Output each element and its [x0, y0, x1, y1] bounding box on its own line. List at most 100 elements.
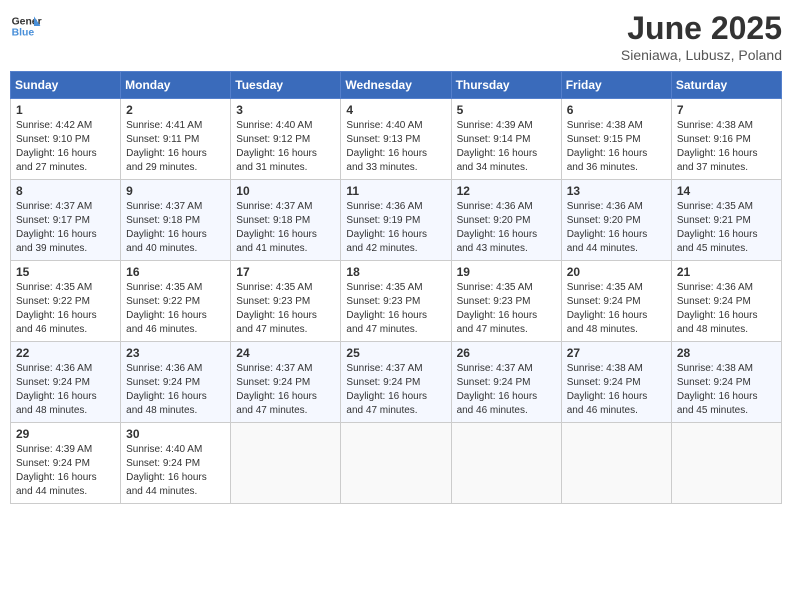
calendar-week-row: 15 Sunrise: 4:35 AM Sunset: 9:22 PM Dayl…	[11, 261, 782, 342]
header-wednesday: Wednesday	[341, 72, 451, 99]
table-row: 7 Sunrise: 4:38 AM Sunset: 9:16 PM Dayli…	[671, 99, 781, 180]
calendar-header-row: Sunday Monday Tuesday Wednesday Thursday…	[11, 72, 782, 99]
table-row: 15 Sunrise: 4:35 AM Sunset: 9:22 PM Dayl…	[11, 261, 121, 342]
daylight-text: Daylight: 16 hours and 43 minutes.	[457, 229, 538, 254]
day-number: 20	[567, 265, 666, 279]
daylight-text: Daylight: 16 hours and 45 minutes.	[677, 229, 758, 254]
day-number: 16	[126, 265, 225, 279]
sunset-text: Sunset: 9:14 PM	[457, 134, 531, 145]
calendar: Sunday Monday Tuesday Wednesday Thursday…	[10, 71, 782, 504]
daylight-text: Daylight: 16 hours and 47 minutes.	[346, 391, 427, 416]
daylight-text: Daylight: 16 hours and 41 minutes.	[236, 229, 317, 254]
sunrise-text: Sunrise: 4:35 AM	[457, 282, 533, 293]
table-row: 24 Sunrise: 4:37 AM Sunset: 9:24 PM Dayl…	[231, 342, 341, 423]
sunrise-text: Sunrise: 4:37 AM	[346, 363, 422, 374]
calendar-week-row: 22 Sunrise: 4:36 AM Sunset: 9:24 PM Dayl…	[11, 342, 782, 423]
day-number: 19	[457, 265, 556, 279]
table-row: 28 Sunrise: 4:38 AM Sunset: 9:24 PM Dayl…	[671, 342, 781, 423]
daylight-text: Daylight: 16 hours and 31 minutes.	[236, 148, 317, 173]
day-info: Sunrise: 4:38 AM Sunset: 9:15 PM Dayligh…	[567, 119, 666, 175]
sunrise-text: Sunrise: 4:37 AM	[126, 201, 202, 212]
table-row: 19 Sunrise: 4:35 AM Sunset: 9:23 PM Dayl…	[451, 261, 561, 342]
day-info: Sunrise: 4:35 AM Sunset: 9:23 PM Dayligh…	[457, 281, 556, 337]
table-row: 27 Sunrise: 4:38 AM Sunset: 9:24 PM Dayl…	[561, 342, 671, 423]
daylight-text: Daylight: 16 hours and 48 minutes.	[126, 391, 207, 416]
sunrise-text: Sunrise: 4:35 AM	[346, 282, 422, 293]
table-row: 26 Sunrise: 4:37 AM Sunset: 9:24 PM Dayl…	[451, 342, 561, 423]
day-info: Sunrise: 4:35 AM Sunset: 9:22 PM Dayligh…	[16, 281, 115, 337]
sunrise-text: Sunrise: 4:38 AM	[567, 363, 643, 374]
sunset-text: Sunset: 9:24 PM	[16, 458, 90, 469]
day-info: Sunrise: 4:42 AM Sunset: 9:10 PM Dayligh…	[16, 119, 115, 175]
day-number: 6	[567, 103, 666, 117]
sunset-text: Sunset: 9:23 PM	[236, 296, 310, 307]
table-row: 29 Sunrise: 4:39 AM Sunset: 9:24 PM Dayl…	[11, 423, 121, 504]
daylight-text: Daylight: 16 hours and 48 minutes.	[677, 310, 758, 335]
table-row: 4 Sunrise: 4:40 AM Sunset: 9:13 PM Dayli…	[341, 99, 451, 180]
daylight-text: Daylight: 16 hours and 45 minutes.	[677, 391, 758, 416]
calendar-week-row: 29 Sunrise: 4:39 AM Sunset: 9:24 PM Dayl…	[11, 423, 782, 504]
sunrise-text: Sunrise: 4:36 AM	[677, 282, 753, 293]
daylight-text: Daylight: 16 hours and 36 minutes.	[567, 148, 648, 173]
day-info: Sunrise: 4:35 AM Sunset: 9:21 PM Dayligh…	[677, 200, 776, 256]
header-sunday: Sunday	[11, 72, 121, 99]
sunset-text: Sunset: 9:20 PM	[457, 215, 531, 226]
sunset-text: Sunset: 9:24 PM	[126, 377, 200, 388]
day-info: Sunrise: 4:41 AM Sunset: 9:11 PM Dayligh…	[126, 119, 225, 175]
sunrise-text: Sunrise: 4:38 AM	[677, 120, 753, 131]
table-row	[451, 423, 561, 504]
sunset-text: Sunset: 9:22 PM	[126, 296, 200, 307]
sunset-text: Sunset: 9:15 PM	[567, 134, 641, 145]
sunset-text: Sunset: 9:16 PM	[677, 134, 751, 145]
daylight-text: Daylight: 16 hours and 46 minutes.	[16, 310, 97, 335]
daylight-text: Daylight: 16 hours and 47 minutes.	[457, 310, 538, 335]
daylight-text: Daylight: 16 hours and 29 minutes.	[126, 148, 207, 173]
table-row: 14 Sunrise: 4:35 AM Sunset: 9:21 PM Dayl…	[671, 180, 781, 261]
day-number: 12	[457, 184, 556, 198]
daylight-text: Daylight: 16 hours and 47 minutes.	[236, 310, 317, 335]
table-row: 2 Sunrise: 4:41 AM Sunset: 9:11 PM Dayli…	[121, 99, 231, 180]
day-number: 9	[126, 184, 225, 198]
table-row: 21 Sunrise: 4:36 AM Sunset: 9:24 PM Dayl…	[671, 261, 781, 342]
table-row: 5 Sunrise: 4:39 AM Sunset: 9:14 PM Dayli…	[451, 99, 561, 180]
day-number: 21	[677, 265, 776, 279]
day-info: Sunrise: 4:37 AM Sunset: 9:17 PM Dayligh…	[16, 200, 115, 256]
sunrise-text: Sunrise: 4:39 AM	[16, 444, 92, 455]
table-row: 23 Sunrise: 4:36 AM Sunset: 9:24 PM Dayl…	[121, 342, 231, 423]
table-row: 25 Sunrise: 4:37 AM Sunset: 9:24 PM Dayl…	[341, 342, 451, 423]
sunrise-text: Sunrise: 4:35 AM	[236, 282, 312, 293]
sunrise-text: Sunrise: 4:36 AM	[16, 363, 92, 374]
sunset-text: Sunset: 9:24 PM	[567, 296, 641, 307]
day-number: 13	[567, 184, 666, 198]
title-area: June 2025 Sieniawa, Lubusz, Poland	[621, 10, 782, 63]
table-row: 30 Sunrise: 4:40 AM Sunset: 9:24 PM Dayl…	[121, 423, 231, 504]
sunrise-text: Sunrise: 4:37 AM	[457, 363, 533, 374]
day-number: 29	[16, 427, 115, 441]
day-number: 2	[126, 103, 225, 117]
day-number: 26	[457, 346, 556, 360]
logo-icon: General Blue	[10, 10, 42, 42]
sunrise-text: Sunrise: 4:40 AM	[346, 120, 422, 131]
sunset-text: Sunset: 9:18 PM	[126, 215, 200, 226]
sunset-text: Sunset: 9:17 PM	[16, 215, 90, 226]
daylight-text: Daylight: 16 hours and 33 minutes.	[346, 148, 427, 173]
table-row: 9 Sunrise: 4:37 AM Sunset: 9:18 PM Dayli…	[121, 180, 231, 261]
sunset-text: Sunset: 9:10 PM	[16, 134, 90, 145]
daylight-text: Daylight: 16 hours and 44 minutes.	[567, 229, 648, 254]
day-info: Sunrise: 4:39 AM Sunset: 9:14 PM Dayligh…	[457, 119, 556, 175]
day-info: Sunrise: 4:37 AM Sunset: 9:24 PM Dayligh…	[236, 362, 335, 418]
day-info: Sunrise: 4:36 AM Sunset: 9:20 PM Dayligh…	[457, 200, 556, 256]
table-row: 20 Sunrise: 4:35 AM Sunset: 9:24 PM Dayl…	[561, 261, 671, 342]
header-tuesday: Tuesday	[231, 72, 341, 99]
day-number: 28	[677, 346, 776, 360]
month-title: June 2025	[621, 10, 782, 47]
day-number: 24	[236, 346, 335, 360]
daylight-text: Daylight: 16 hours and 47 minutes.	[236, 391, 317, 416]
sunset-text: Sunset: 9:19 PM	[346, 215, 420, 226]
table-row: 1 Sunrise: 4:42 AM Sunset: 9:10 PM Dayli…	[11, 99, 121, 180]
sunrise-text: Sunrise: 4:41 AM	[126, 120, 202, 131]
daylight-text: Daylight: 16 hours and 42 minutes.	[346, 229, 427, 254]
table-row: 18 Sunrise: 4:35 AM Sunset: 9:23 PM Dayl…	[341, 261, 451, 342]
sunrise-text: Sunrise: 4:37 AM	[236, 201, 312, 212]
day-info: Sunrise: 4:36 AM Sunset: 9:24 PM Dayligh…	[126, 362, 225, 418]
